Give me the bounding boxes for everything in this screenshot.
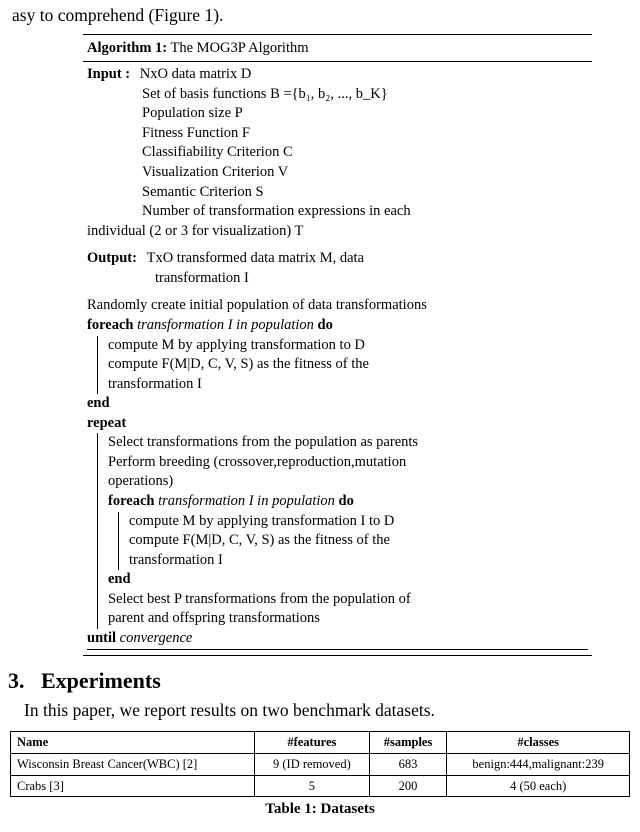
- foreach-kw-2: foreach: [108, 493, 158, 509]
- rep2a: Perform breeding (crossover,reproduction…: [108, 453, 588, 473]
- algo-output-label: Output:: [87, 250, 137, 266]
- foreach2-body1: compute M by applying transformation I t…: [129, 512, 588, 532]
- rep3a: Select best P transformations from the p…: [108, 590, 588, 610]
- algorithm-body: Input : NxO data matrix D Set of basis f…: [83, 62, 592, 652]
- algo-input-l7: Semantic Criterion S: [87, 183, 588, 203]
- table-caption: Table 1: Datasets: [8, 799, 632, 819]
- algo-output-l1: TxO transformed data matrix M, data: [141, 249, 364, 269]
- do-kw-2: do: [339, 493, 354, 509]
- foreach-block-2: compute M by applying transformation I t…: [118, 512, 588, 571]
- algo-input-l8: Number of transformation expressions in …: [87, 202, 588, 222]
- foreach2-body2a: compute F(M|D, C, V, S) as the fitness o…: [129, 531, 588, 551]
- foreach-cond-2: transformation I in population: [158, 493, 338, 509]
- until-kw: until: [87, 630, 120, 646]
- th-samples: #samples: [369, 731, 447, 753]
- top-text-fragment: asy to comprehend (Figure 1).: [12, 4, 632, 28]
- foreach1-body2b: transformation I: [108, 375, 588, 395]
- algo-input-l8b: individual (2 or 3 for visualization) T: [87, 222, 588, 242]
- algo-input-label: Input :: [87, 66, 130, 82]
- rep3b: parent and offspring transformations: [108, 609, 588, 629]
- algo-output-l2: transformation I: [87, 269, 588, 289]
- algo-input-l5: Classifiability Criterion C: [87, 143, 588, 163]
- until-cond: convergence: [120, 630, 193, 646]
- algo-bottom-rule: [87, 649, 588, 650]
- algo-input-l1: NxO data matrix D: [134, 65, 252, 85]
- cell-samples: 200: [369, 775, 447, 797]
- foreach1-body1: compute M by applying transformation to …: [108, 336, 588, 356]
- cell-features: 5: [255, 775, 370, 797]
- rep2b: operations): [108, 472, 588, 492]
- algo-input-l2: Set of basis functions B ={b₁, b₂, ..., …: [87, 85, 588, 105]
- algo-init: Randomly create initial population of da…: [87, 296, 588, 316]
- section-title: Experiments: [41, 668, 161, 693]
- table-header-row: Name #features #samples #classes: [11, 731, 630, 753]
- end-kw-1: end: [87, 394, 588, 414]
- foreach2-body2b: transformation I: [129, 551, 588, 571]
- cell-classes: 4 (50 each): [447, 775, 630, 797]
- rep1: Select transformations from the populati…: [108, 433, 588, 453]
- th-name: Name: [11, 731, 255, 753]
- section-number: 3.: [8, 668, 25, 693]
- table-row: Wisconsin Breast Cancer(WBC) [2] 9 (ID r…: [11, 753, 630, 775]
- table-row: Crabs [3] 5 200 4 (50 each): [11, 775, 630, 797]
- algorithm-box: Algorithm 1: The MOG3P Algorithm Input :…: [83, 34, 592, 656]
- repeat-kw: repeat: [87, 414, 588, 434]
- cell-name: Crabs [3]: [11, 775, 255, 797]
- foreach-kw-1: foreach: [87, 317, 137, 333]
- th-classes: #classes: [447, 731, 630, 753]
- section-heading: 3. Experiments: [8, 666, 632, 696]
- datasets-table: Name #features #samples #classes Wiscons…: [10, 731, 630, 798]
- cell-samples: 683: [369, 753, 447, 775]
- th-features: #features: [255, 731, 370, 753]
- do-kw-1: do: [318, 317, 333, 333]
- foreach1-body2a: compute F(M|D, C, V, S) as the fitness o…: [108, 355, 588, 375]
- algo-caption-text: The MOG3P Algorithm: [167, 40, 308, 56]
- end-kw-2: end: [108, 570, 588, 590]
- algorithm-caption: Algorithm 1: The MOG3P Algorithm: [83, 37, 592, 63]
- cell-features: 9 (ID removed): [255, 753, 370, 775]
- cell-name: Wisconsin Breast Cancer(WBC) [2]: [11, 753, 255, 775]
- algo-input-l4: Fitness Function F: [87, 124, 588, 144]
- algo-caption-label: Algorithm 1:: [87, 40, 167, 56]
- foreach-block-1: compute M by applying transformation to …: [97, 336, 588, 395]
- algo-input-l3: Population size P: [87, 104, 588, 124]
- algo-input-l6: Visualization Criterion V: [87, 163, 588, 183]
- body-paragraph: In this paper, we report results on two …: [24, 699, 632, 723]
- cell-classes: benign:444,malignant:239: [447, 753, 630, 775]
- foreach-cond-1: transformation I in population: [137, 317, 317, 333]
- repeat-block: Select transformations from the populati…: [97, 433, 588, 629]
